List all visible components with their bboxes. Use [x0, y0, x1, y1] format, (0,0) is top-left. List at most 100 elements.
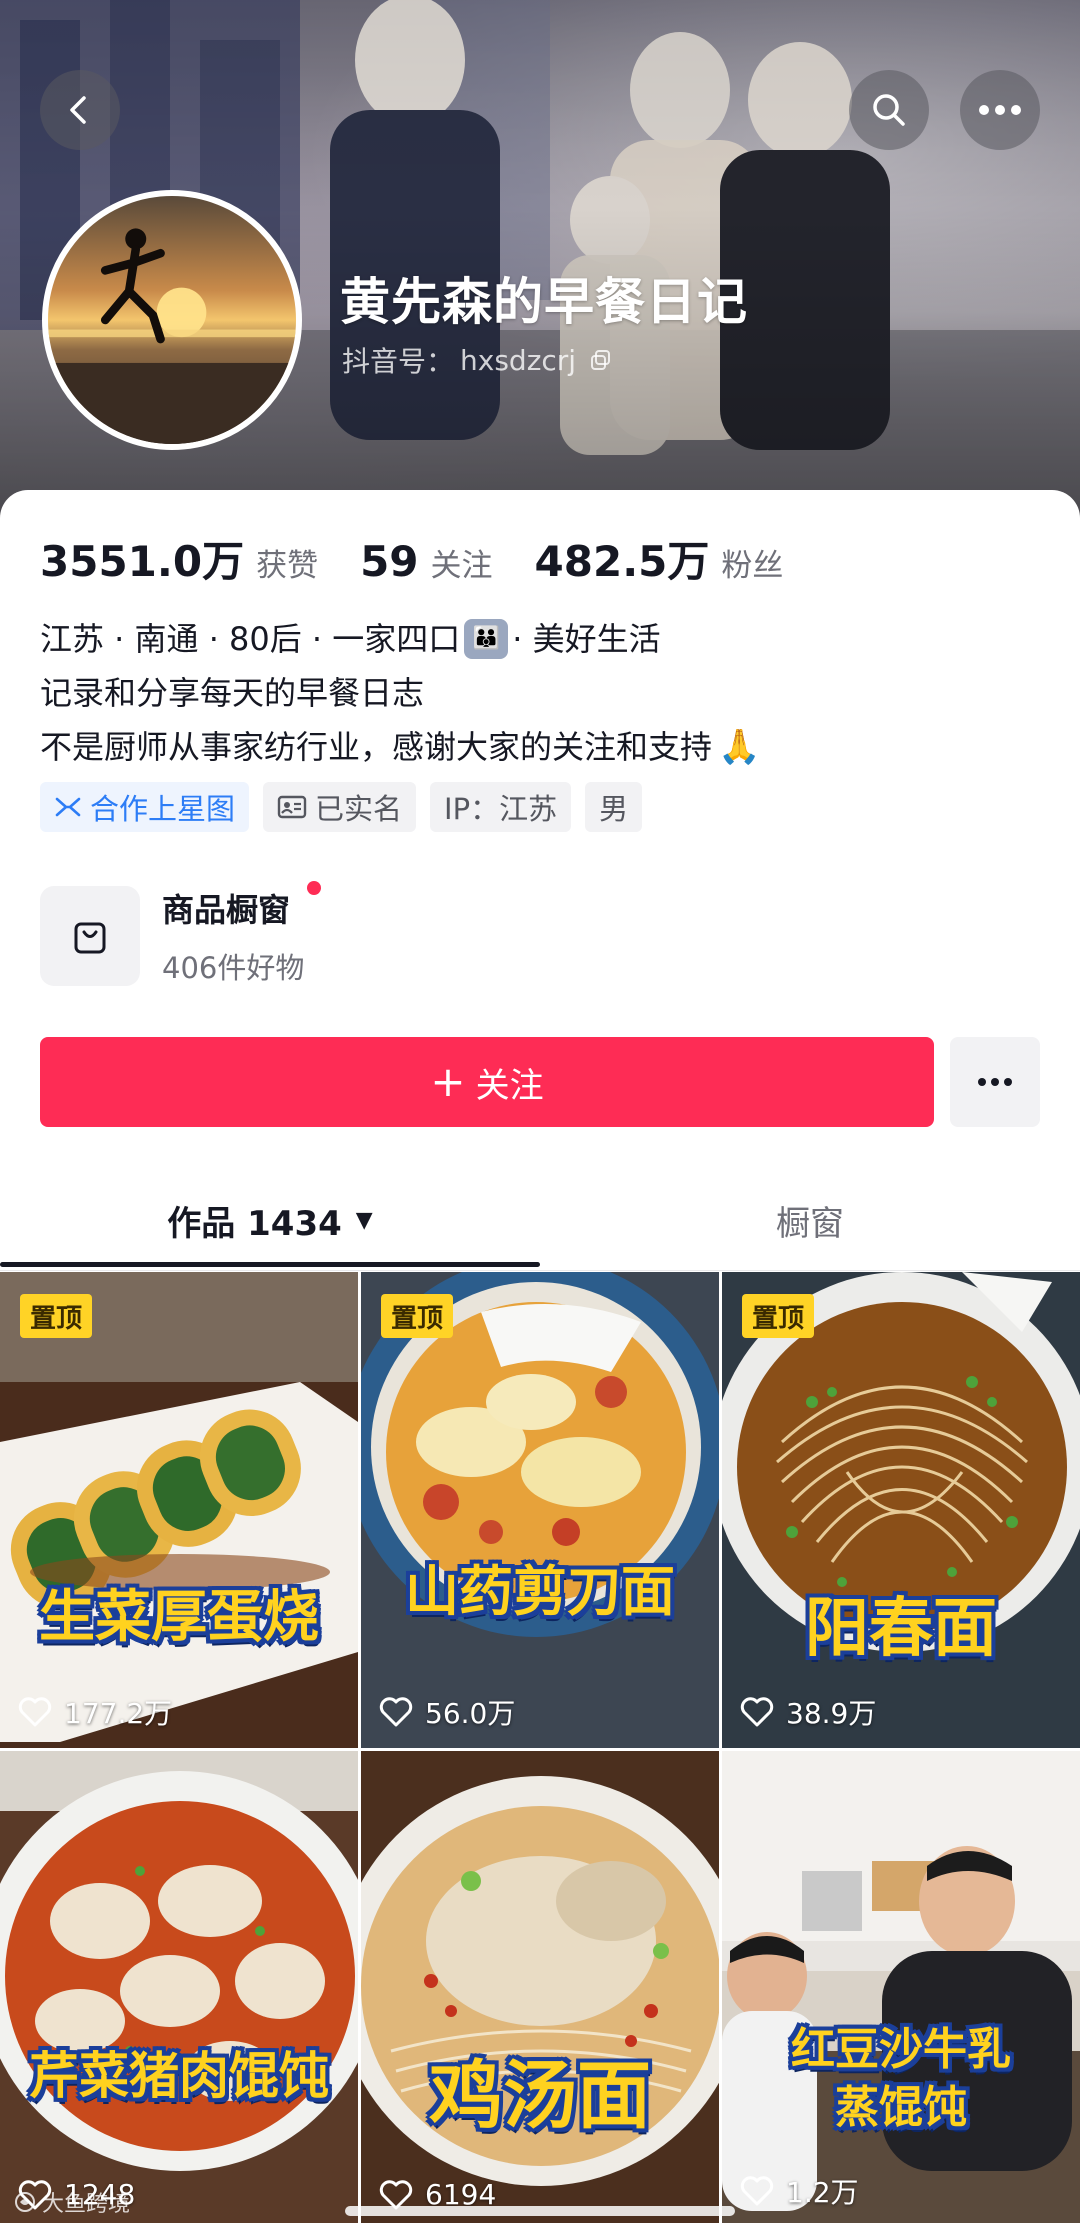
- likes-count: 177.2万: [64, 1697, 173, 1730]
- search-icon: [873, 94, 905, 126]
- video-caption: 阳春面: [805, 1592, 997, 1666]
- pray-emoji: 🙏: [718, 727, 761, 767]
- video-caption: 芹菜猪肉馄饨: [29, 2047, 329, 2105]
- bio-text: · 美好生活: [512, 620, 661, 658]
- shop-title: 商品橱窗: [162, 891, 291, 929]
- douyin-id-value: hxsdzcrj: [460, 343, 577, 377]
- search-button[interactable]: [849, 70, 929, 150]
- heart-icon: [740, 2176, 774, 2206]
- stat-followers[interactable]: 482.5万 粉丝: [535, 528, 784, 589]
- video-thumbnail: [722, 1751, 1080, 2223]
- avatar[interactable]: [42, 190, 302, 450]
- video-caption: 生菜厚蛋烧: [39, 1585, 319, 1650]
- divider: [0, 1270, 1080, 1271]
- douyin-id[interactable]: 抖音号： hxsdzcrj: [342, 340, 612, 380]
- stat-label: 粉丝: [721, 548, 784, 584]
- video-likes: 38.9万: [740, 1692, 876, 1732]
- plus-icon: +: [430, 1057, 466, 1106]
- product-showcase-entry[interactable]: 商品橱窗 406件好物: [40, 881, 321, 987]
- video-thumbnail: [0, 1751, 358, 2223]
- tag-label: 男: [599, 792, 629, 826]
- video-thumbnail: [361, 1272, 719, 1748]
- tab-works[interactable]: 作品 1434 ▼: [0, 1170, 540, 1270]
- video-likes: 56.0万: [379, 1692, 515, 1732]
- stat-likes[interactable]: 3551.0万 获赞: [40, 528, 318, 589]
- tag-verified-name[interactable]: 已实名: [263, 782, 417, 832]
- stat-label: 获赞: [256, 548, 319, 584]
- video-likes: 1.2万: [740, 2171, 859, 2211]
- video-caption: 红豆沙牛乳 蒸馄饨: [722, 2021, 1080, 2137]
- caption-line: 蒸馄饨: [835, 2082, 967, 2133]
- tag-label: IP：江苏: [444, 792, 558, 826]
- bio-line: 江苏 · 南通 · 80后 · 一家四口 👪 · 美好生活: [40, 612, 760, 666]
- video-caption: 山药剪刀面: [405, 1560, 675, 1623]
- watermark-logo-icon: [15, 2192, 35, 2212]
- stat-value: 3551.0万: [40, 537, 245, 586]
- video-tile[interactable]: 置顶 阳春面 38.9万: [722, 1272, 1080, 1748]
- follow-button[interactable]: + 关注: [40, 1037, 934, 1127]
- tab-showcase[interactable]: 橱窗: [540, 1170, 1080, 1270]
- tab-label: 作品 1434: [167, 1203, 342, 1244]
- tag-ip-location: IP：江苏: [430, 782, 572, 832]
- shop-subtitle: 406件好物: [162, 951, 305, 985]
- copy-icon[interactable]: [590, 349, 612, 371]
- pinned-badge: 置顶: [20, 1294, 93, 1338]
- tab-label: 橱窗: [776, 1203, 844, 1244]
- stat-value: 482.5万: [534, 537, 710, 586]
- profile-name: 黄先森的早餐日记: [340, 273, 748, 331]
- video-tile[interactable]: 芹菜猪肉馄饨 1248: [0, 1751, 358, 2223]
- stat-label: 关注: [430, 548, 493, 584]
- shop-icon-box: [40, 886, 140, 986]
- back-arrow-icon: [70, 96, 86, 124]
- shop-text: 商品橱窗 406件好物: [162, 881, 321, 987]
- video-tile[interactable]: 红豆沙牛乳 蒸馄饨 1.2万: [722, 1751, 1080, 2223]
- heart-icon: [740, 1697, 774, 1727]
- follow-label: 关注: [475, 1065, 544, 1106]
- bio: 江苏 · 南通 · 80后 · 一家四口 👪 · 美好生活 记录和分享每天的早餐…: [40, 612, 760, 774]
- video-tile[interactable]: 置顶 山药剪刀面 56.0万: [361, 1272, 719, 1748]
- star-map-icon: [55, 797, 81, 817]
- family-emoji: 👪: [464, 619, 509, 659]
- heart-icon: [379, 1697, 413, 1727]
- watermark-text: 大鱼跨境: [42, 2192, 131, 2217]
- heart-icon: [18, 1697, 52, 1727]
- profile-tabs: 作品 1434 ▼ 橱窗: [0, 1170, 1080, 1270]
- douyin-id-label: 抖音号：: [342, 345, 455, 378]
- tag-gender: 男: [585, 782, 643, 832]
- likes-count: 38.9万: [786, 1697, 877, 1730]
- bio-line: 记录和分享每天的早餐日志: [40, 666, 760, 720]
- tag-label: 已实名: [315, 792, 403, 826]
- likes-count: 56.0万: [425, 1697, 516, 1730]
- video-tile[interactable]: 置顶 生菜厚蛋烧 177.2万: [0, 1272, 358, 1748]
- active-tab-indicator: [0, 1262, 540, 1267]
- avatar-image: [48, 228, 296, 444]
- more-options-button[interactable]: [960, 70, 1040, 150]
- shopping-bag-icon: [74, 922, 106, 954]
- caret-down-icon: ▼: [355, 1207, 373, 1233]
- bio-text: 记录和分享每天的早餐日志: [40, 674, 425, 712]
- video-tile[interactable]: 鸡汤面 6194: [361, 1751, 719, 2223]
- heart-icon: [379, 2179, 413, 2209]
- stat-value: 59: [360, 537, 419, 586]
- watermark: 大鱼跨境: [14, 2186, 130, 2218]
- profile-tags: 合作上星图 已实名 IP：江苏 男: [40, 782, 643, 832]
- back-button[interactable]: [40, 70, 120, 150]
- follow-more-button[interactable]: [950, 1037, 1040, 1127]
- video-thumbnail: [722, 1272, 1080, 1748]
- more-dots-icon: [979, 105, 1021, 115]
- pinned-badge: 置顶: [742, 1294, 815, 1338]
- tag-label: 合作上星图: [90, 792, 236, 826]
- stat-following[interactable]: 59 关注: [360, 537, 492, 586]
- home-indicator[interactable]: [345, 2206, 735, 2216]
- video-thumbnail: [361, 1751, 719, 2223]
- stats-bar: 3551.0万 获赞 59 关注 482.5万 粉丝: [40, 528, 825, 589]
- notification-dot: [307, 881, 321, 895]
- bio-line: 不是厨师从事家纺行业，感谢大家的关注和支持 🙏: [40, 720, 760, 774]
- tag-star-map[interactable]: 合作上星图: [40, 782, 250, 832]
- likes-count: 1.2万: [786, 2176, 859, 2209]
- bio-text: 江苏 · 南通 · 80后 · 一家四口: [40, 620, 461, 658]
- video-likes: 177.2万: [18, 1692, 172, 1732]
- more-dots-icon: [978, 1078, 1012, 1086]
- bio-text: 不是厨师从事家纺行业，感谢大家的关注和支持: [40, 728, 713, 766]
- video-caption: 鸡汤面: [429, 2053, 651, 2139]
